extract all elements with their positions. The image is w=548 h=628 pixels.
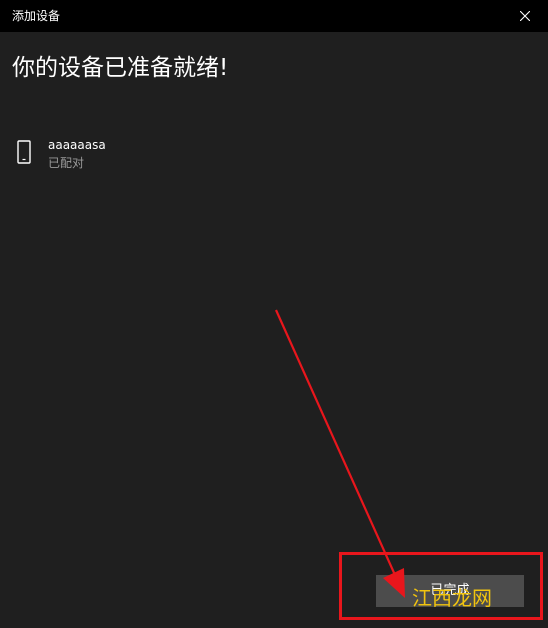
annotation-arrow [274, 309, 405, 598]
device-name: aaaaaasa [48, 138, 106, 152]
watermark-text: 江西龙网 [412, 586, 492, 610]
device-item: aaaaaasa 已配对 [12, 134, 312, 178]
close-icon [520, 11, 530, 21]
window-title: 添加设备 [12, 9, 61, 23]
title-bar: 添加设备 [0, 0, 548, 32]
page-title: 你的设备已准备就绪! [12, 55, 229, 81]
close-button[interactable] [502, 0, 548, 32]
watermark: 江西龙网 [412, 585, 492, 611]
add-device-window: 添加设备 你的设备已准备就绪! aaaaaasa 已配对 已完成 江西龙网 [0, 0, 548, 628]
phone-icon [17, 140, 31, 164]
device-status: 已配对 [48, 156, 85, 170]
